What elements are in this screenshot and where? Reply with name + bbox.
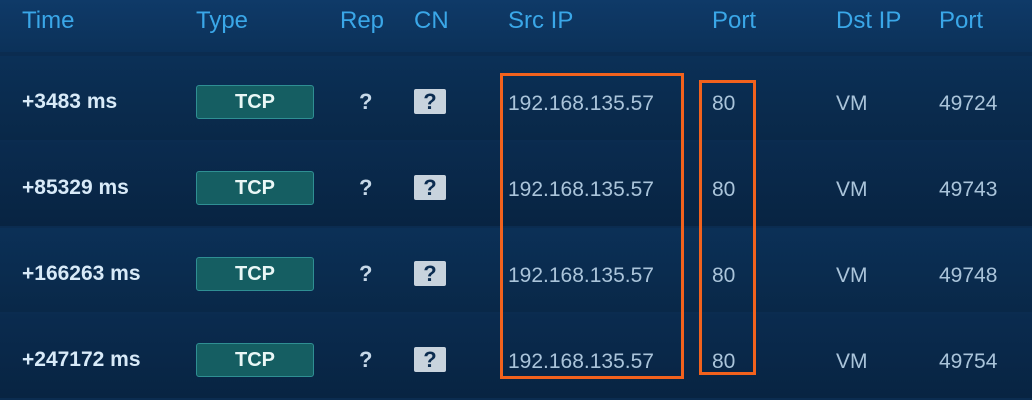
- time-cell: +3483 ms: [22, 90, 118, 113]
- header-src-ip[interactable]: Src IP: [508, 7, 573, 35]
- type-badge: TCP: [196, 343, 314, 377]
- header-src-port[interactable]: Port: [712, 7, 756, 35]
- type-badge: TCP: [196, 257, 314, 291]
- table-row[interactable]: +85329 ms TCP ? ? 192.168.135.57 80 VM 4…: [0, 142, 1032, 226]
- src-ip-cell: 192.168.135.57: [508, 264, 654, 287]
- dst-ip-cell: VM: [836, 178, 868, 201]
- dst-ip-cell: VM: [836, 92, 868, 115]
- src-port-cell: 80: [712, 350, 736, 373]
- table-header: Time Type Rep CN Src IP Port Dst IP Port: [0, 0, 1032, 52]
- table-row[interactable]: +247172 ms TCP ? ? 192.168.135.57 80 VM …: [0, 314, 1032, 398]
- dst-port-cell: 49754: [939, 350, 998, 373]
- src-port-cell: 80: [712, 178, 736, 201]
- header-cn[interactable]: CN: [414, 7, 449, 35]
- header-time[interactable]: Time: [22, 7, 74, 35]
- src-ip-cell: 192.168.135.57: [508, 92, 654, 115]
- type-badge: TCP: [196, 171, 314, 205]
- header-rep[interactable]: Rep: [340, 7, 384, 35]
- connections-table: Time Type Rep CN Src IP Port Dst IP Port…: [0, 0, 1032, 400]
- header-dst-ip[interactable]: Dst IP: [836, 7, 901, 35]
- dst-port-cell: 49748: [939, 264, 998, 287]
- type-badge: TCP: [196, 85, 314, 119]
- table-row[interactable]: +166263 ms TCP ? ? 192.168.135.57 80 VM …: [0, 228, 1032, 312]
- dst-ip-cell: VM: [836, 350, 868, 373]
- src-ip-cell: 192.168.135.57: [508, 350, 654, 373]
- dst-port-cell: 49743: [939, 178, 998, 201]
- src-port-cell: 80: [712, 264, 736, 287]
- time-cell: +85329 ms: [22, 176, 129, 199]
- header-type[interactable]: Type: [196, 7, 248, 35]
- src-ip-cell: 192.168.135.57: [508, 178, 654, 201]
- reputation-cell: ?: [359, 175, 373, 200]
- time-cell: +166263 ms: [22, 262, 141, 285]
- dst-ip-cell: VM: [836, 264, 868, 287]
- table-row[interactable]: +3483 ms TCP ? ? 192.168.135.57 80 VM 49…: [0, 56, 1032, 140]
- time-cell: +247172 ms: [22, 348, 141, 371]
- reputation-cell: ?: [359, 89, 373, 114]
- dst-port-cell: 49724: [939, 92, 998, 115]
- unknown-country-icon: ?: [414, 347, 446, 372]
- reputation-cell: ?: [359, 261, 373, 286]
- header-dst-port[interactable]: Port: [939, 7, 983, 35]
- reputation-cell: ?: [359, 347, 373, 372]
- unknown-country-icon: ?: [414, 89, 446, 114]
- src-port-cell: 80: [712, 92, 736, 115]
- unknown-country-icon: ?: [414, 261, 446, 286]
- unknown-country-icon: ?: [414, 175, 446, 200]
